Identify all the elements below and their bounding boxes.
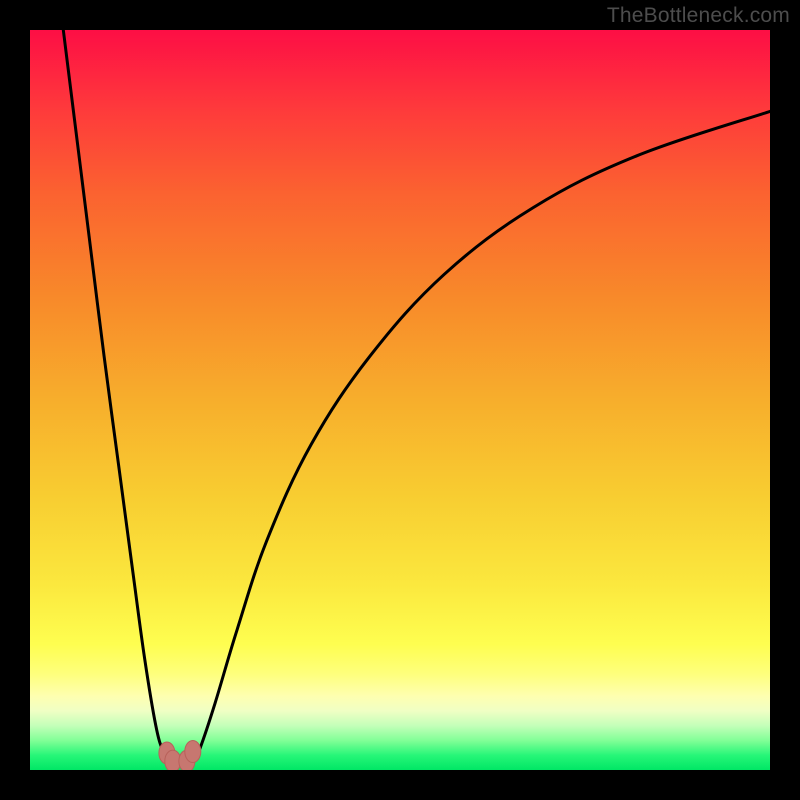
- curve-layer: [30, 30, 770, 770]
- curve-left-branch: [63, 30, 170, 763]
- curve-right-branch: [193, 111, 770, 762]
- watermark-label: TheBottleneck.com: [607, 4, 790, 28]
- chart-frame: TheBottleneck.com: [0, 0, 800, 800]
- plot-area: [30, 30, 770, 770]
- valley-marker: [185, 741, 201, 763]
